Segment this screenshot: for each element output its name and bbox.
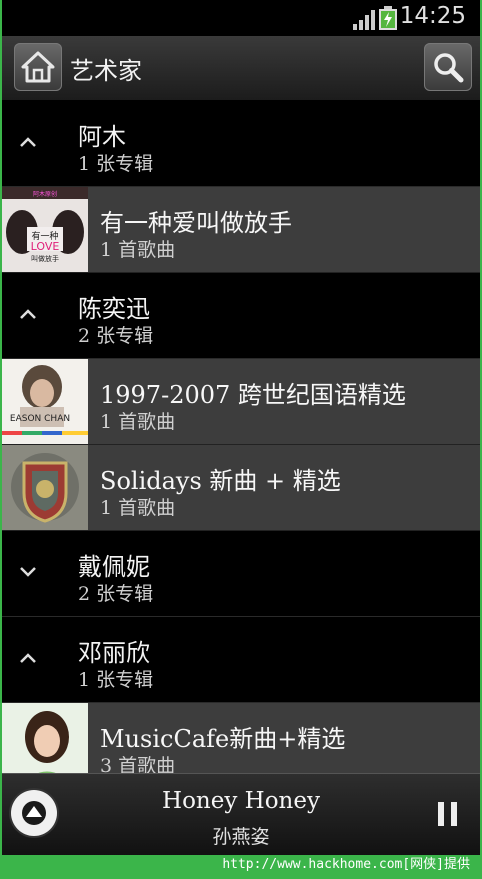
pause-button[interactable] bbox=[438, 802, 458, 826]
album-title: 有一种爱叫做放手 bbox=[100, 209, 292, 237]
svg-text:阿木原创: 阿木原创 bbox=[33, 190, 57, 198]
song-count: 1 首歌曲 bbox=[100, 239, 176, 261]
album-row[interactable]: Solidays 新曲 + 精选 1 首歌曲 bbox=[2, 445, 480, 531]
song-count: 1 首歌曲 bbox=[100, 411, 176, 433]
page-title: 艺术家 bbox=[70, 57, 142, 85]
now-playing-bar[interactable]: Honey Honey 孙燕姿 bbox=[2, 773, 480, 855]
album-row[interactable]: EASON CHAN 1997-2007 跨世纪国语精选 1 首歌曲 bbox=[2, 359, 480, 445]
artist-name: 邓丽欣 bbox=[78, 639, 150, 667]
search-button[interactable] bbox=[424, 43, 472, 91]
phone-screen: 14:25 艺术家 阿木 1 张专辑 阿木原创 有一种 LOVE 叫做放手 有一… bbox=[2, 0, 480, 855]
search-icon bbox=[434, 53, 464, 83]
svg-text:LOVE: LOVE bbox=[31, 240, 60, 253]
watermark-text: http://www.hackhome.com[网侠]提供 bbox=[0, 855, 482, 879]
artist-row[interactable]: 阿木 1 张专辑 bbox=[2, 101, 480, 187]
signal-icon bbox=[353, 10, 375, 30]
now-playing-title: Honey Honey bbox=[162, 788, 320, 814]
album-title: 1997-2007 跨世纪国语精选 bbox=[100, 381, 406, 409]
chevron-down-icon[interactable] bbox=[18, 565, 38, 579]
album-cover: EASON CHAN bbox=[2, 359, 88, 444]
album-title: MusicCafe新曲+精选 bbox=[100, 725, 346, 753]
artist-name: 陈奕迅 bbox=[78, 295, 150, 323]
artist-name: 阿木 bbox=[78, 123, 126, 151]
pause-icon bbox=[438, 802, 444, 826]
artist-name: 戴佩妮 bbox=[78, 553, 150, 581]
home-button[interactable] bbox=[14, 43, 62, 91]
chevron-up-icon[interactable] bbox=[18, 651, 38, 665]
album-cover: 阿木原创 有一种 LOVE 叫做放手 bbox=[2, 187, 88, 272]
svg-text:叫做放手: 叫做放手 bbox=[31, 254, 59, 263]
status-clock: 14:25 bbox=[399, 3, 466, 29]
album-count: 2 张专辑 bbox=[78, 325, 154, 347]
battery-charging-icon bbox=[379, 6, 397, 30]
chevron-up-icon[interactable] bbox=[18, 135, 38, 149]
album-count: 2 张专辑 bbox=[78, 583, 154, 605]
album-title: Solidays 新曲 + 精选 bbox=[100, 467, 341, 495]
chevron-up-icon[interactable] bbox=[18, 307, 38, 321]
svg-text:EASON CHAN: EASON CHAN bbox=[10, 414, 70, 424]
album-row[interactable]: 阿木原创 有一种 LOVE 叫做放手 有一种爱叫做放手 1 首歌曲 bbox=[2, 187, 480, 273]
status-bar: 14:25 bbox=[2, 0, 480, 36]
album-count: 1 张专辑 bbox=[78, 669, 154, 691]
artist-row[interactable]: 邓丽欣 1 张专辑 bbox=[2, 617, 480, 703]
home-icon bbox=[21, 51, 55, 83]
artist-row[interactable]: 戴佩妮 2 张专辑 bbox=[2, 531, 480, 617]
album-count: 1 张专辑 bbox=[78, 153, 154, 175]
now-playing-artist: 孙燕姿 bbox=[212, 826, 270, 848]
album-cover bbox=[2, 445, 88, 530]
artist-row[interactable]: 陈奕迅 2 张专辑 bbox=[2, 273, 480, 359]
artist-list: 阿木 1 张专辑 阿木原创 有一种 LOVE 叫做放手 有一种爱叫做放手 1 首… bbox=[2, 101, 480, 789]
song-count: 1 首歌曲 bbox=[100, 497, 176, 519]
action-bar: 艺术家 bbox=[2, 36, 480, 101]
